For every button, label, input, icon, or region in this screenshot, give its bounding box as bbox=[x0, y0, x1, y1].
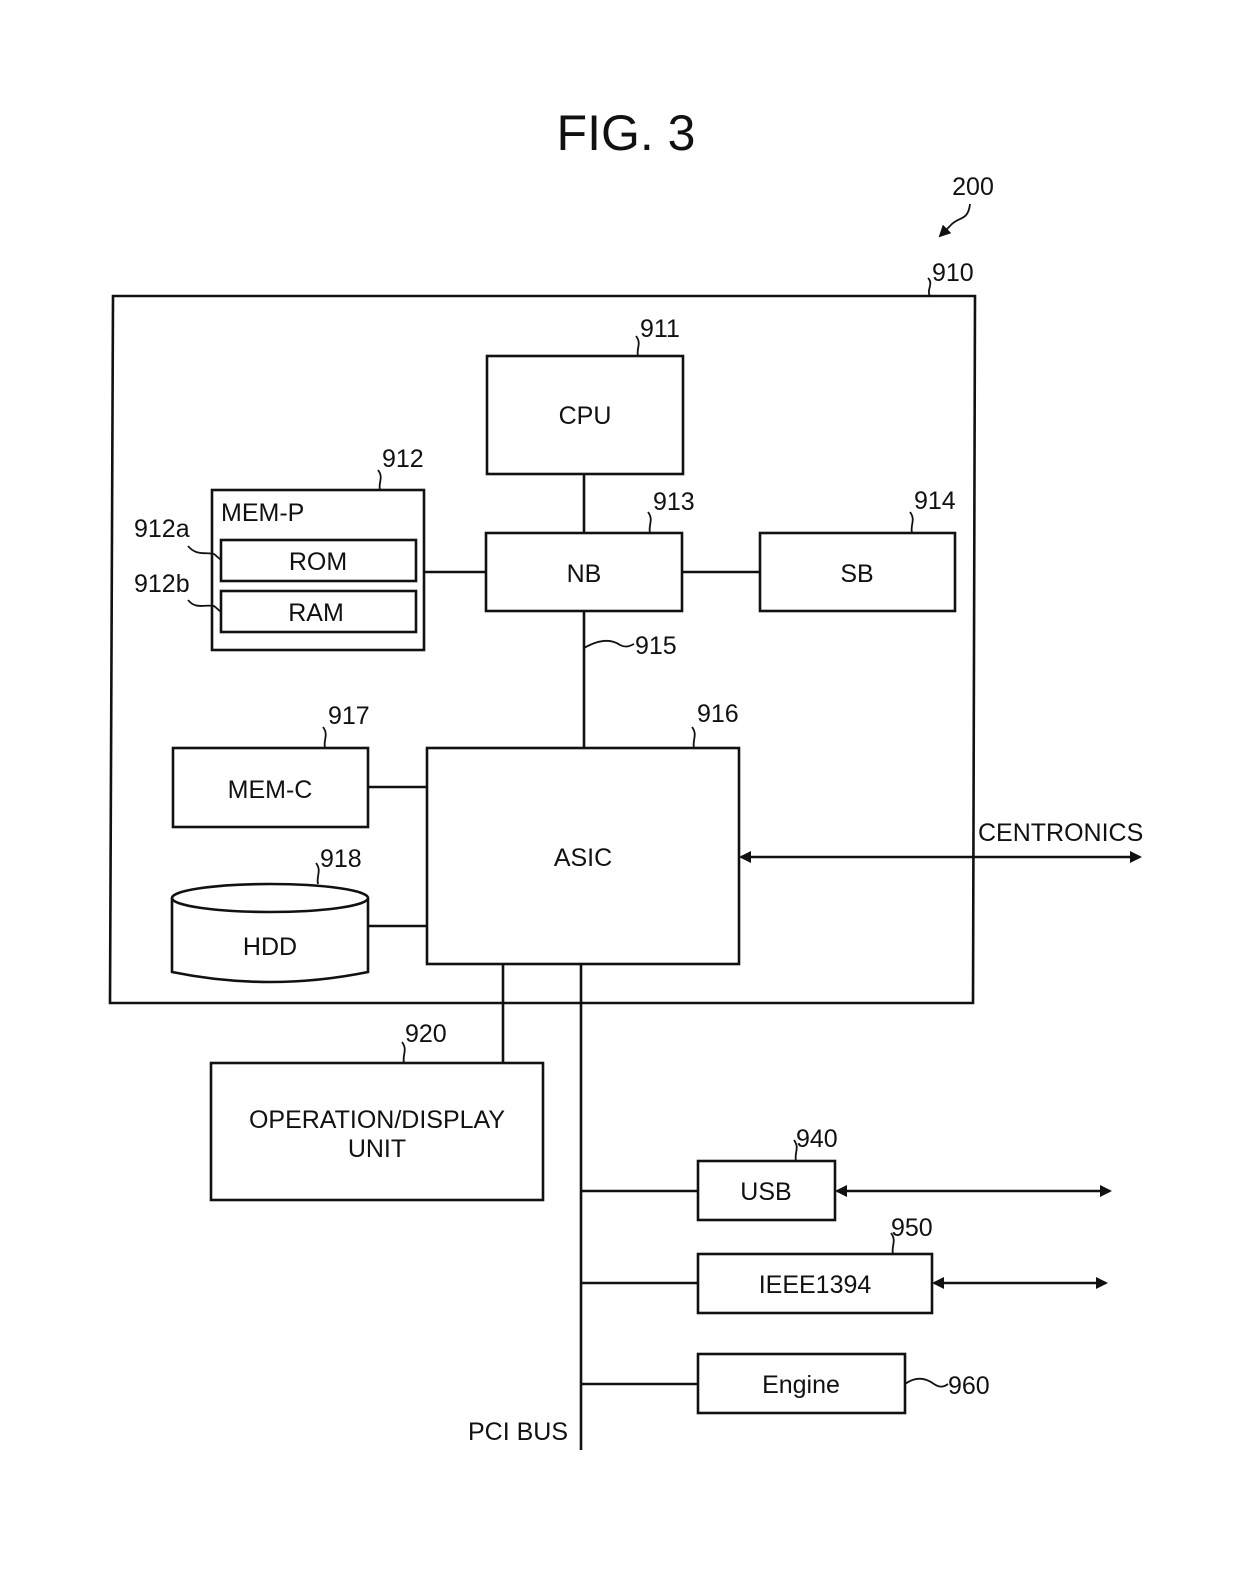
op-display-label-line2: UNIT bbox=[348, 1135, 406, 1163]
block-diagram: FIG. 3 200 910 CPU 911 MEM-P 912 ROM 912… bbox=[108, 105, 1143, 1450]
mem-c-ref: 917 bbox=[328, 702, 370, 730]
pci-bus-label: PCI BUS bbox=[468, 1418, 568, 1446]
asic-leader bbox=[691, 726, 696, 749]
sb-label: SB bbox=[840, 560, 873, 588]
hdd-ref: 918 bbox=[320, 845, 362, 873]
agp-leader bbox=[583, 639, 635, 649]
ram-ref: 912b bbox=[134, 570, 190, 598]
usb-ref: 940 bbox=[796, 1125, 838, 1153]
asic-label: ASIC bbox=[554, 844, 612, 872]
asic-ref: 916 bbox=[697, 700, 739, 728]
hdd-leader bbox=[315, 862, 320, 885]
hdd-label: HDD bbox=[243, 933, 297, 961]
device-ref-label: 200 bbox=[952, 173, 994, 201]
mem-p-ref: 912 bbox=[382, 445, 424, 473]
sb-leader bbox=[909, 511, 914, 534]
cpu-leader bbox=[635, 335, 640, 357]
op-display-label-line1: OPERATION/DISPLAY bbox=[249, 1106, 505, 1134]
nb-label: NB bbox=[567, 560, 602, 588]
engine-ref: 960 bbox=[948, 1372, 990, 1400]
op-display-ref: 920 bbox=[405, 1020, 447, 1048]
controller-leader bbox=[927, 277, 932, 297]
figure-title: FIG. 3 bbox=[557, 105, 696, 161]
engine-leader bbox=[904, 1377, 949, 1388]
nb-ref: 913 bbox=[653, 488, 695, 516]
rom-ref: 912a bbox=[134, 515, 190, 543]
ieee1394-label: IEEE1394 bbox=[759, 1271, 872, 1299]
cpu-ref: 911 bbox=[640, 315, 680, 343]
ram-label: RAM bbox=[288, 599, 344, 627]
mem-c-label: MEM-C bbox=[228, 776, 313, 804]
controller-ref: 910 bbox=[932, 259, 974, 287]
mem-c-leader bbox=[322, 726, 327, 749]
usb-label: USB bbox=[740, 1178, 791, 1206]
mem-p-label: MEM-P bbox=[221, 499, 304, 527]
mem-p-leader bbox=[377, 469, 382, 491]
centronics-label: CENTRONICS bbox=[978, 819, 1143, 847]
device-ref-arrow bbox=[938, 203, 971, 238]
rom-label: ROM bbox=[289, 548, 347, 576]
engine-label: Engine bbox=[762, 1371, 840, 1399]
nb-leader bbox=[647, 511, 652, 534]
cpu-label: CPU bbox=[559, 402, 612, 430]
ieee1394-ref: 950 bbox=[891, 1214, 933, 1242]
agp-ref: 915 bbox=[635, 632, 677, 660]
sb-ref: 914 bbox=[914, 487, 956, 515]
